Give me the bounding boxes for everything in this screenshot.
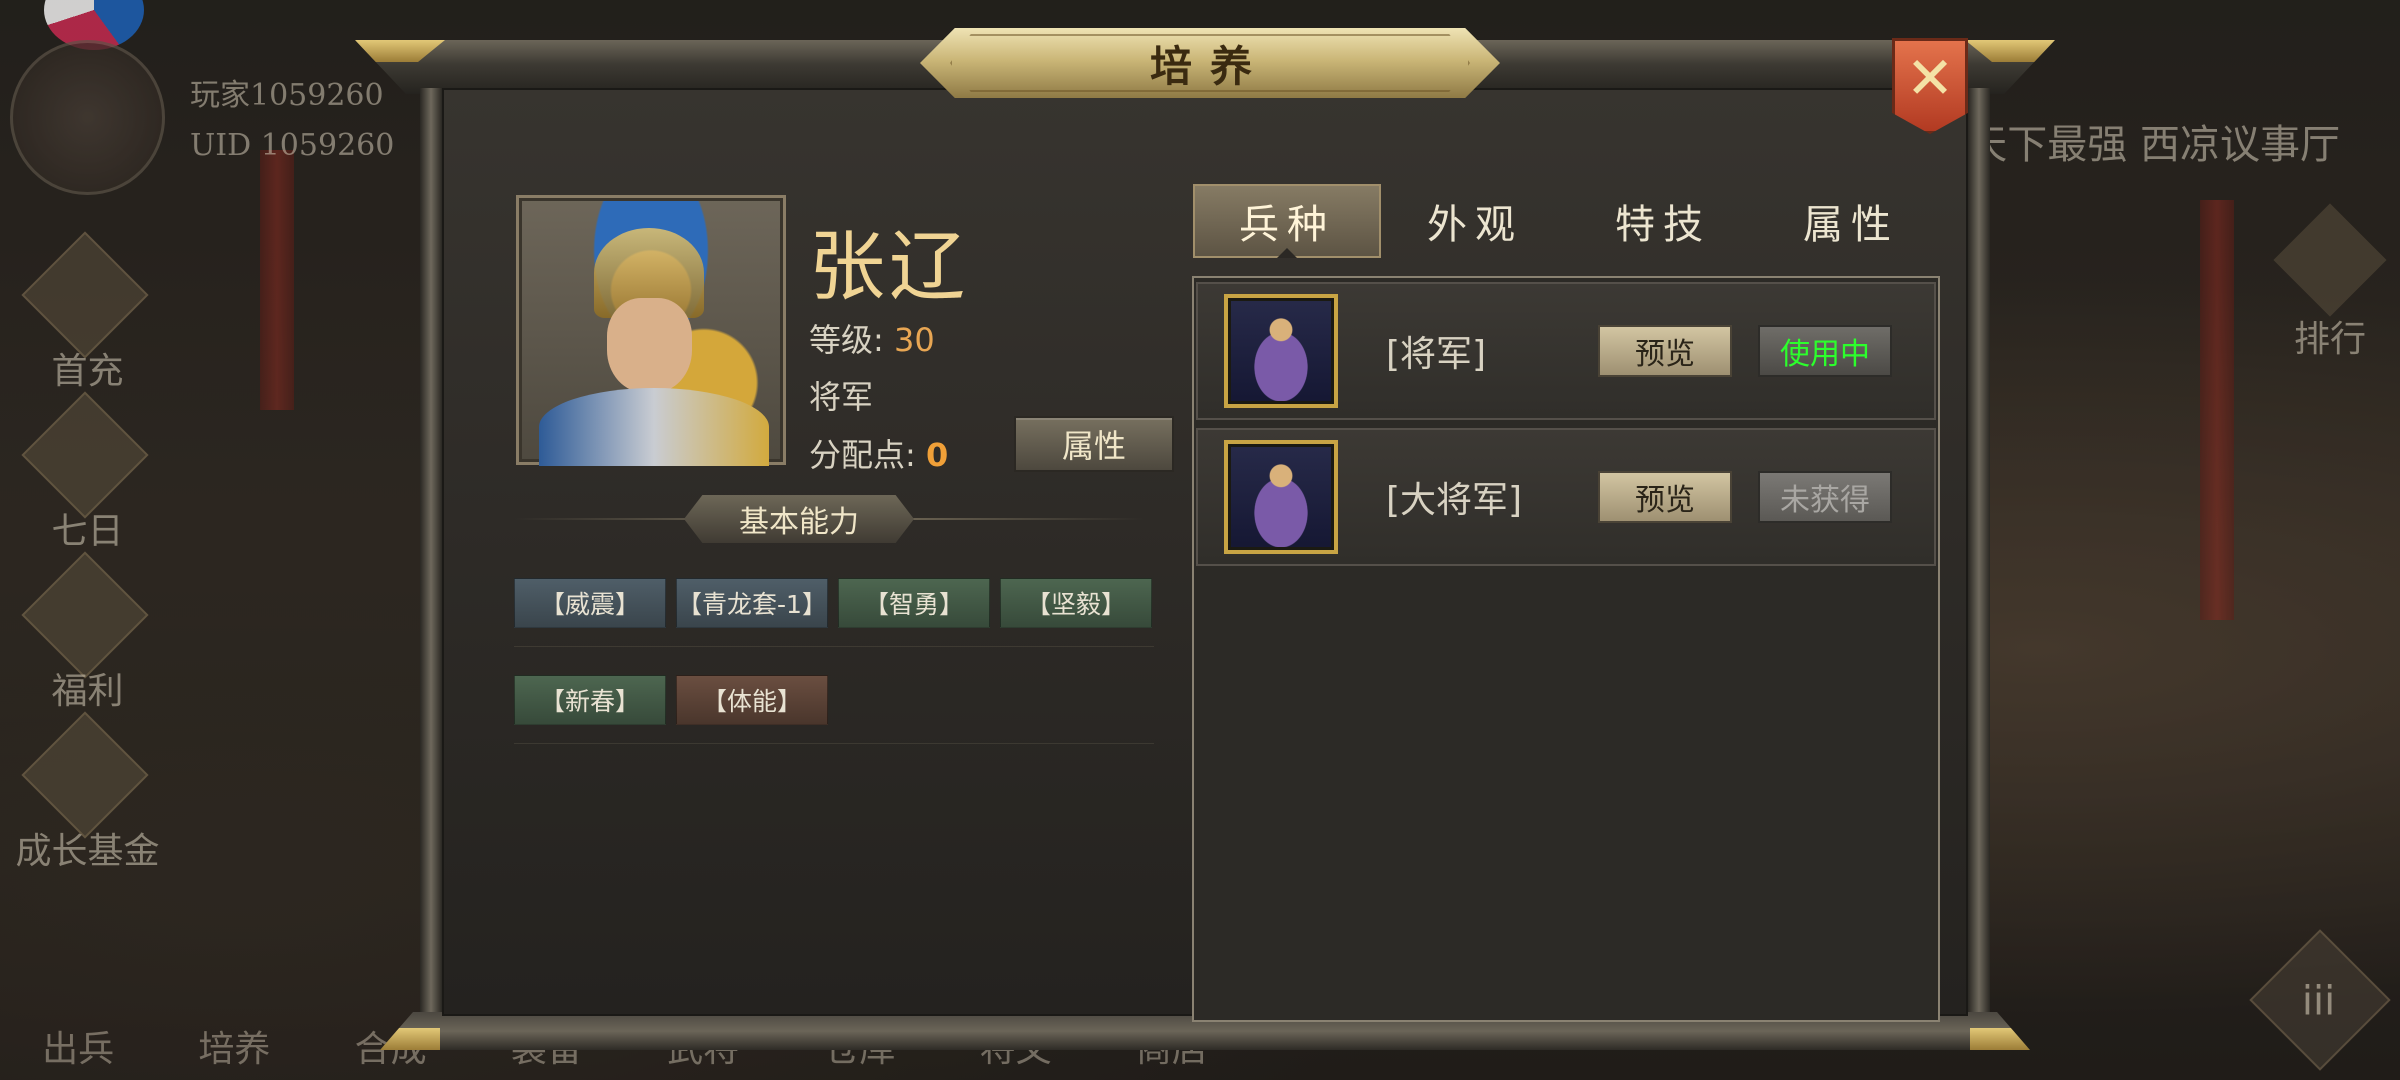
dialog-title: 培养 [1149,41,1270,91]
menu-growth-fund[interactable]: 成长基金 [0,711,175,880]
player-avatar[interactable] [10,40,165,195]
calendar-icon [21,391,149,519]
player-uid: UID 1059260 [190,128,395,163]
unit-icon [1224,294,1338,408]
rank-label: 排行 [2293,319,2366,360]
menu-seven-days[interactable]: 七日 [0,391,175,560]
section-title: 基本能力 [684,495,914,543]
dialog-frame-left [420,88,442,1018]
unit-list: [将军] 预览 使用中 [大将军] 预览 未获得 [1192,276,1940,1022]
hero-name: 张辽 [809,222,969,311]
menu-first-recharge[interactable]: 首充 [0,231,175,400]
bottom-nav-item[interactable]: 出兵 [0,990,156,1080]
points-label: 分配点: [809,436,916,474]
tag-row: 【威震】 【青龙套-1】 【智勇】 【坚毅】 [514,578,1154,647]
level-label: 等级: [809,321,884,359]
rank-button[interactable]: 排行 [2273,203,2387,362]
tab-bar: 兵种 外观 特技 属性 [1193,184,1945,258]
in-use-button[interactable]: 使用中 [1758,325,1892,377]
list-item: [将军] 预览 使用中 [1196,282,1936,420]
left-side-menu: 首充 七日 福利 成长基金 [0,231,175,880]
preview-button[interactable]: 预览 [1598,325,1732,377]
list-item: [大将军] 预览 未获得 [1196,428,1936,566]
menu-label: 首充 [51,351,124,392]
bottom-nav-item[interactable]: 培养 [156,990,312,1080]
armor-art [539,388,769,466]
unit-name: [大将军] [1386,480,1523,521]
more-icon: iii [2301,978,2336,1025]
bg-pillar [2200,200,2234,620]
attributes-button[interactable]: 属性 [1014,416,1174,472]
level-value: 30 [893,321,935,359]
bonus-icon [21,551,149,679]
tab-unit-type[interactable]: 兵种 [1193,184,1381,258]
face-art [607,298,692,393]
menu-welfare[interactable]: 福利 [0,551,175,720]
points-value: 0 [925,436,949,474]
player-name: 玩家1059260 [190,78,384,113]
trophy-icon [2273,203,2387,317]
ability-tag[interactable]: 【青龙套-1】 [676,578,828,628]
menu-label: 七日 [51,511,124,552]
tab-appearance[interactable]: 外观 [1381,184,1569,258]
scene-location-text: 天下最强 西凉议事厅 [1967,122,2340,168]
preview-button[interactable]: 预览 [1598,471,1732,523]
unit-name: [将军] [1386,334,1487,375]
coin-icon [21,711,149,839]
gift-icon [21,231,149,359]
not-obtained-button[interactable]: 未获得 [1758,471,1892,523]
tab-skills[interactable]: 特技 [1569,184,1757,258]
tab-attributes[interactable]: 属性 [1757,184,1945,258]
tag-row: 【新春】 【体能】 [514,675,1154,744]
ability-tag[interactable]: 【新春】 [514,675,666,725]
bg-pillar [260,150,294,410]
ability-tag[interactable]: 【智勇】 [838,578,990,628]
close-icon: ✕ [1905,44,1955,112]
hero-portrait [516,195,786,466]
hero-rank: 将军 [809,378,874,416]
ability-tag[interactable]: 【威震】 [514,578,666,628]
dialog-frame-right [1968,88,1990,1018]
title-plaque: 培养 [920,28,1500,98]
menu-label: 成长基金 [15,831,160,872]
hero-points: 分配点: 0 [809,430,948,476]
ability-tag[interactable]: 【体能】 [676,675,828,725]
cultivate-dialog: 张辽 等级: 30 将军 分配点: 0 属性 基本能力 【威震】 【青龙套-1】… [355,28,2055,1050]
ability-tags: 【威震】 【青龙套-1】 【智勇】 【坚毅】 【新春】 【体能】 [514,578,1154,772]
unit-icon [1224,440,1338,554]
ability-tag[interactable]: 【坚毅】 [1000,578,1152,628]
menu-label: 福利 [51,671,124,712]
hero-level: 等级: 30 [809,315,935,361]
dialog-panel: 张辽 等级: 30 将军 分配点: 0 属性 基本能力 【威震】 【青龙套-1】… [442,88,1968,1022]
